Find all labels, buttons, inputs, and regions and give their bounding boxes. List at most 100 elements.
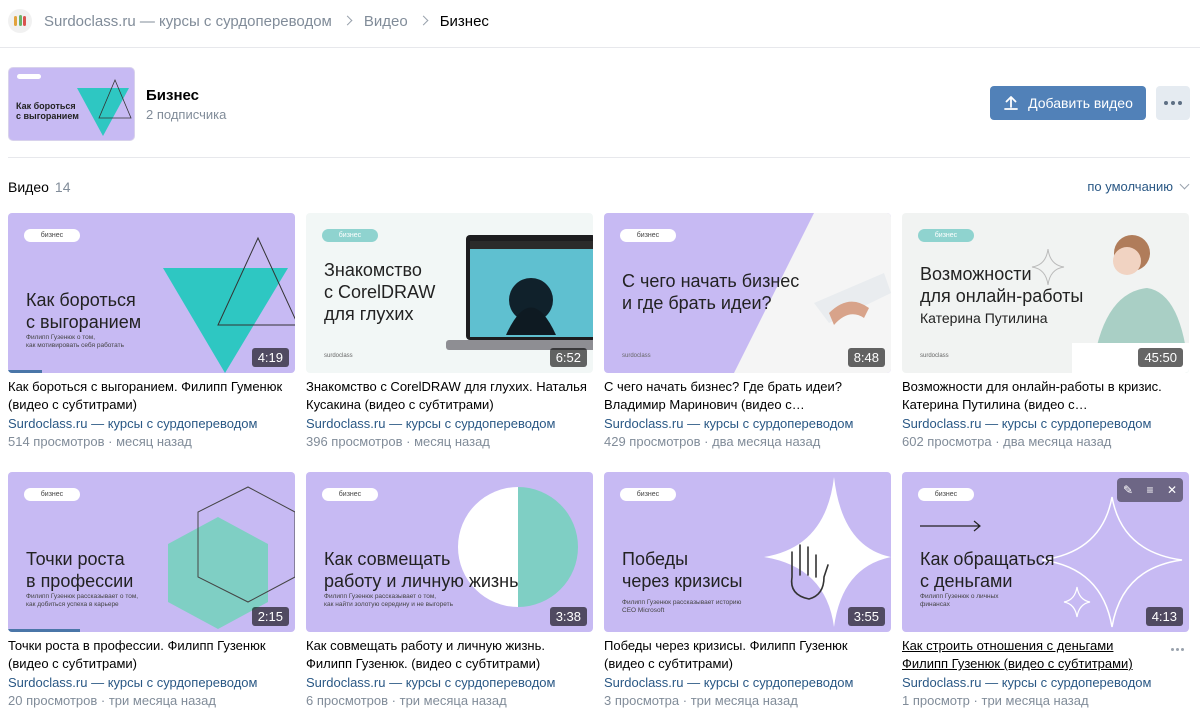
- video-thumbnail[interactable]: бизнес Точки роста в профессии Филипп Гу…: [8, 472, 295, 632]
- thumb-headline: Возможности для онлайн-работы: [920, 264, 1084, 306]
- video-title[interactable]: Победы через кризисы. Филипп Гузенюк (ви…: [604, 637, 891, 673]
- thumb-tag: бизнес: [620, 488, 676, 501]
- breadcrumb-current: Бизнес: [439, 12, 489, 30]
- duration-badge: 4:13: [1145, 607, 1183, 626]
- video-views: 1 просмотр: [902, 693, 970, 708]
- thumb-tag: бизнес: [24, 229, 80, 242]
- video-thumbnail[interactable]: бизнес Как обращаться с деньгами Филипп …: [902, 472, 1189, 632]
- divider: [8, 157, 1190, 158]
- video-meta: 514 просмотров · месяц назад: [8, 434, 192, 449]
- add-video-label: Добавить видео: [1028, 95, 1133, 111]
- thumb-headline: С чего начать бизнес и где брать идеи?: [622, 271, 800, 313]
- duration-badge: 6:52: [549, 348, 587, 367]
- breadcrumb-videos[interactable]: Видео: [364, 13, 408, 30]
- breadcrumb-channel[interactable]: Surdoclass.ru — курсы с сурдопереводом: [44, 13, 332, 30]
- video-card[interactable]: бизнес Победы через кризисы Филипп Гузен…: [604, 472, 891, 710]
- video-channel[interactable]: Surdoclass.ru — курсы с сурдопереводом: [8, 674, 295, 692]
- card-more-icon[interactable]: [1170, 648, 1185, 651]
- video-title[interactable]: Как строить отношения с деньгами Филипп …: [902, 637, 1189, 673]
- video-title[interactable]: Как бороться с выгоранием. Филипп Гуменю…: [8, 378, 295, 414]
- video-views: 6 просмотров: [306, 693, 389, 708]
- thumb-headline: Победы через кризисы: [622, 549, 743, 591]
- duration-badge: 45:50: [1138, 348, 1183, 367]
- video-meta: 1 просмотр · три месяца назад: [902, 693, 1089, 708]
- video-card[interactable]: бизнес Как бороться с выгоранием Филипп …: [8, 213, 295, 451]
- thumb-caption: Филипп Гузенюк рассказывает о том, как д…: [26, 593, 139, 608]
- videos-label: Видео: [8, 179, 49, 195]
- thumb-tag: бизнес: [918, 488, 974, 501]
- thumb-caption: Филипп Гузенюк о личных финансах: [920, 593, 999, 608]
- video-meta: 429 просмотров · два месяца назад: [604, 434, 821, 449]
- thumb-headline: Как бороться с выгоранием: [26, 290, 142, 332]
- sort-label: по умолчанию: [1087, 179, 1173, 194]
- video-title[interactable]: Как совмещать работу и личную жизнь. Фил…: [306, 637, 593, 673]
- video-date: три месяца назад: [108, 693, 216, 708]
- album-title: Бизнес: [146, 87, 200, 104]
- duration-badge: 2:15: [251, 607, 289, 626]
- upload-icon: [1004, 96, 1019, 110]
- video-channel[interactable]: Surdoclass.ru — курсы с сурдопереводом: [902, 415, 1189, 433]
- video-title[interactable]: Точки роста в профессии. Филипп Гузенюк …: [8, 637, 295, 673]
- thumb-headline: Знакомство с CorelDRAW для глухих: [324, 260, 436, 324]
- video-channel[interactable]: Surdoclass.ru — курсы с сурдопереводом: [902, 674, 1189, 692]
- thumb-tag: бизнес: [620, 229, 676, 242]
- thumb-headline: Точки роста в профессии: [26, 549, 134, 591]
- video-title[interactable]: С чего начать бизнес? Где брать идеи? Вл…: [604, 378, 891, 414]
- video-views: 20 просмотров: [8, 693, 98, 708]
- video-thumbnail[interactable]: бизнес Знакомство с CorelDRAW для глухих…: [306, 213, 593, 373]
- arrow-right-icon: [920, 520, 981, 532]
- video-channel[interactable]: Surdoclass.ru — курсы с сурдопереводом: [306, 674, 593, 692]
- video-thumbnail[interactable]: бизнес Возможности для онлайн-работы Кат…: [902, 213, 1189, 373]
- chevron-right-icon: [343, 15, 353, 27]
- video-card[interactable]: бизнес Как обращаться с деньгами Филипп …: [902, 472, 1189, 710]
- video-date: месяц назад: [116, 434, 192, 449]
- video-views: 429 просмотров: [604, 434, 701, 449]
- video-views: 514 просмотров: [8, 434, 105, 449]
- video-views: 3 просмотра: [604, 693, 680, 708]
- video-title[interactable]: Возможности для онлайн-работы в кризис. …: [902, 378, 1189, 414]
- video-thumbnail[interactable]: бизнес Как бороться с выгоранием Филипп …: [8, 213, 295, 373]
- video-channel[interactable]: Surdoclass.ru — курсы с сурдопереводом: [604, 674, 891, 692]
- edit-icon[interactable]: ✎: [1117, 478, 1139, 502]
- thumb-caption: Филипп Гузенюк рассказывает о том, как н…: [324, 593, 454, 608]
- video-thumbnail[interactable]: бизнес С чего начать бизнес и где брать …: [604, 213, 891, 373]
- video-channel[interactable]: Surdoclass.ru — курсы с сурдопереводом: [306, 415, 593, 433]
- thumb-brand: surdoclass: [324, 353, 353, 359]
- chevron-right-icon: [419, 15, 429, 27]
- video-thumbnail[interactable]: бизнес Победы через кризисы Филипп Гузен…: [604, 472, 891, 632]
- video-card[interactable]: бизнес Точки роста в профессии Филипп Гу…: [8, 472, 295, 710]
- laptop-image: [446, 235, 593, 350]
- video-views: 602 просмотра: [902, 434, 992, 449]
- thumb-headline: Как совмещать работу и личную жизнь: [324, 549, 519, 591]
- thumb-tag: бизнес: [322, 229, 378, 242]
- video-card[interactable]: бизнес Знакомство с CorelDRAW для глухих…: [306, 213, 593, 451]
- add-video-button[interactable]: Добавить видео: [990, 86, 1146, 120]
- surdoclass-logo-icon[interactable]: [8, 9, 32, 33]
- thumb-brand: surdoclass: [622, 353, 651, 359]
- video-channel[interactable]: Surdoclass.ru — курсы с сурдопереводом: [604, 415, 891, 433]
- video-card[interactable]: бизнес С чего начать бизнес и где брать …: [604, 213, 891, 451]
- star-hand-icon: [764, 477, 891, 627]
- thumb-headline: Как обращаться с деньгами: [920, 549, 1055, 591]
- thumb-tag: бизнес: [918, 229, 974, 242]
- videos-count: 14: [54, 179, 71, 195]
- video-thumbnail[interactable]: бизнес Как совмещать работу и личную жиз…: [306, 472, 593, 632]
- video-meta: 6 просмотров · три месяца назад: [306, 693, 507, 708]
- sort-dropdown[interactable]: по умолчанию: [1087, 179, 1190, 194]
- more-options-button[interactable]: [1156, 86, 1190, 120]
- watch-progress: [8, 629, 80, 632]
- add-to-queue-icon[interactable]: ≡: [1139, 478, 1161, 502]
- video-card[interactable]: бизнес Как совмещать работу и личную жиз…: [306, 472, 593, 710]
- video-date: месяц назад: [414, 434, 490, 449]
- video-channel[interactable]: Surdoclass.ru — курсы с сурдопереводом: [8, 415, 295, 433]
- album-cover[interactable]: Как бороться с выгоранием: [8, 67, 135, 141]
- duration-badge: 3:55: [847, 607, 885, 626]
- divider: [0, 47, 1200, 48]
- thumb-tag: бизнес: [322, 488, 378, 501]
- chevron-down-icon: [1179, 179, 1190, 190]
- video-views: 396 просмотров: [306, 434, 403, 449]
- video-card[interactable]: бизнес Возможности для онлайн-работы Кат…: [902, 213, 1189, 451]
- video-title[interactable]: Знакомство с CorelDRAW для глухих. Натал…: [306, 378, 593, 414]
- album-subscribers[interactable]: 2 подписчика: [146, 107, 226, 122]
- close-icon[interactable]: ✕: [1161, 478, 1183, 502]
